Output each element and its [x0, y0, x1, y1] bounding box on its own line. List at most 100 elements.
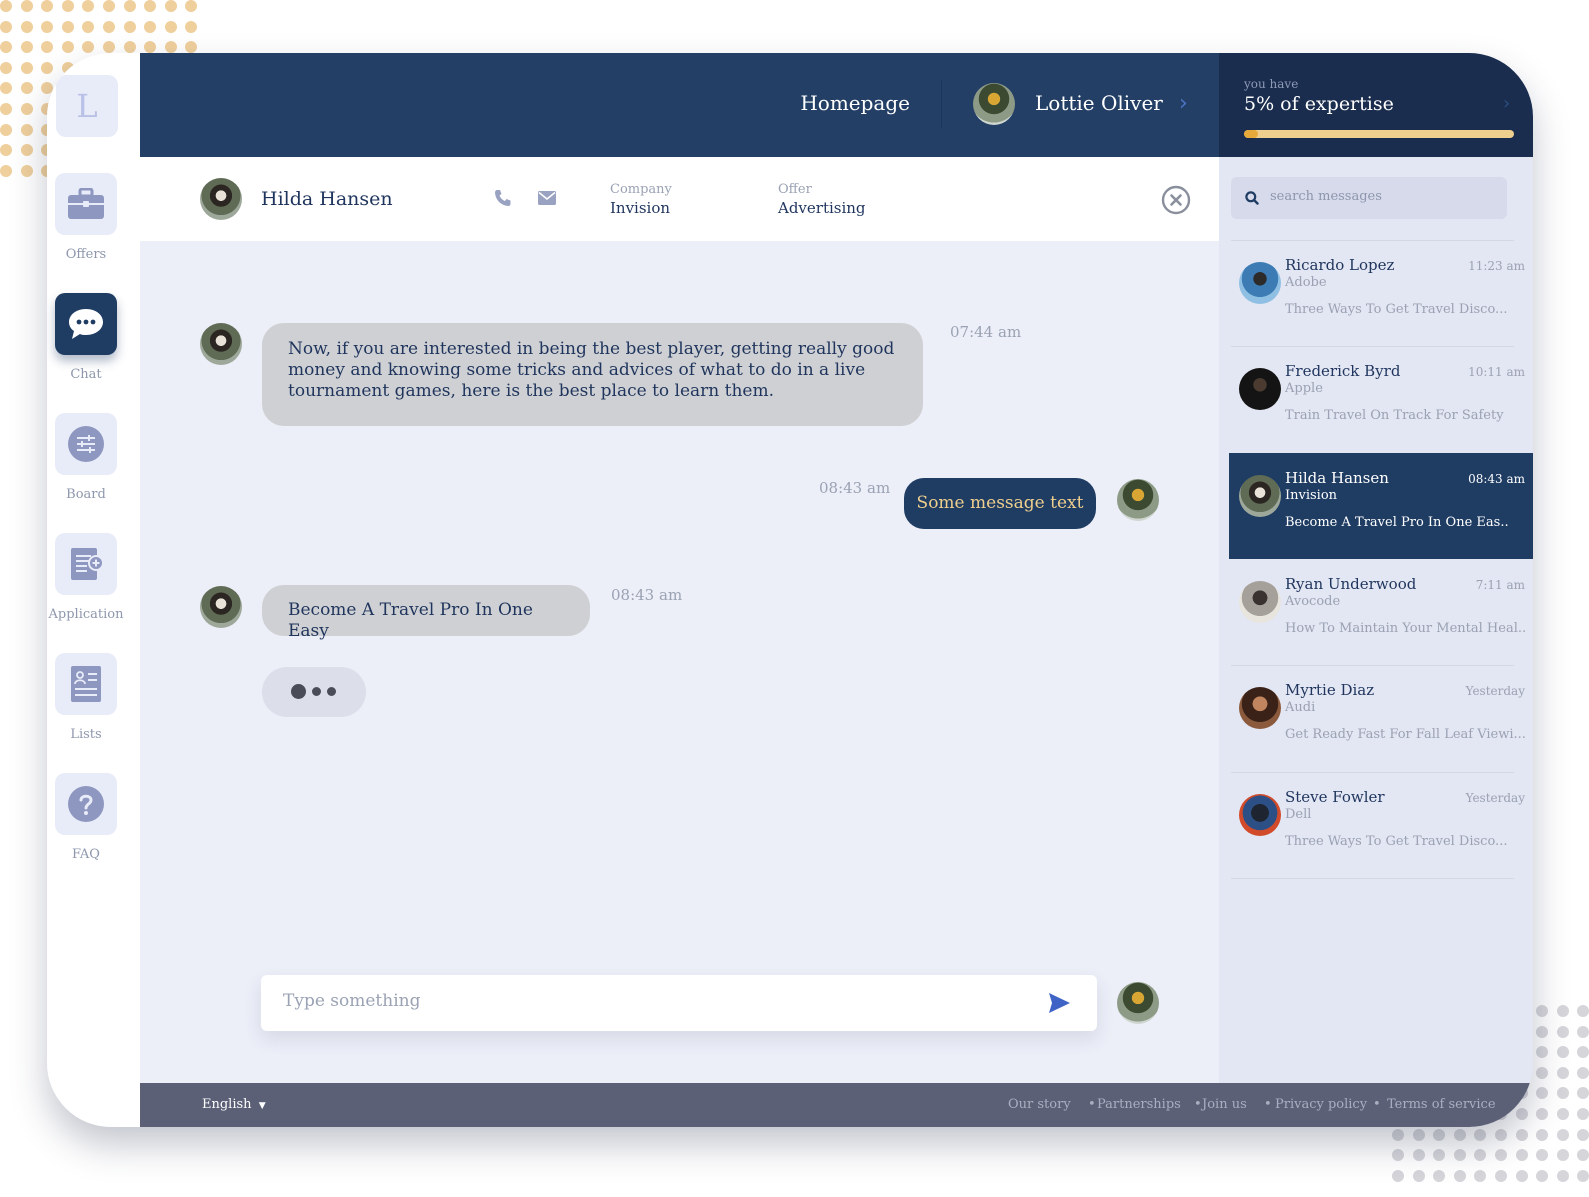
sender-avatar [200, 586, 242, 628]
messages-panel: Ricardo Lopez Adobe 11:23 am Three Ways … [1219, 157, 1533, 1083]
chevron-right-icon[interactable]: › [1179, 91, 1188, 116]
expertise-text: 5% of expertise [1244, 93, 1394, 115]
offer-value: Advertising [778, 199, 866, 217]
message-composer [261, 975, 1097, 1031]
thread-company: Audi [1285, 700, 1316, 715]
thread-time: Yesterday [1465, 791, 1525, 805]
contact-name: Hilda Hansen [261, 188, 393, 210]
sidebar-item-label: Chat [70, 367, 102, 382]
thread-company: Dell [1285, 807, 1312, 822]
caret-down-icon: ▼ [258, 1101, 266, 1111]
footer-link-join-us[interactable]: Join us [1202, 1097, 1247, 1112]
faq-button[interactable] [55, 773, 117, 835]
avatar [1239, 368, 1281, 410]
avatar [1239, 262, 1281, 304]
sliders-icon [68, 426, 104, 462]
thread-name: Hilda Hansen [1285, 469, 1389, 487]
chat-bubble-icon [69, 309, 103, 339]
thread-time: 10:11 am [1468, 365, 1525, 379]
thread-company: Avocode [1285, 594, 1341, 609]
document-add-icon [71, 548, 104, 580]
sidebar: L Offers Chat Board Application Lists FA… [47, 53, 140, 1127]
user-avatar [1117, 982, 1159, 1024]
sidebar-item-chat[interactable]: Chat [47, 293, 125, 382]
message-time: 07:44 am [950, 323, 1022, 341]
thread-item-active[interactable]: Hilda Hansen Invision 08:43 am Become A … [1229, 453, 1533, 559]
footer-link-our-story[interactable]: Our story [1008, 1097, 1071, 1112]
contact-avatar[interactable] [200, 178, 242, 220]
thread-item[interactable]: Steve Fowler Dell Yesterday Three Ways T… [1219, 772, 1533, 878]
divider [1231, 878, 1514, 879]
language-select[interactable]: English ▼ [202, 1097, 266, 1112]
footer: English ▼ Our story • Partnerships • Joi… [140, 1083, 1533, 1127]
sidebar-item-label: Board [66, 487, 106, 502]
user-name[interactable]: Lottie Oliver [1035, 91, 1163, 115]
sidebar-item-application[interactable]: Application [47, 533, 125, 622]
thread-time: Yesterday [1465, 684, 1525, 698]
user-avatar [1117, 479, 1159, 521]
mail-icon[interactable] [538, 191, 556, 205]
thread-time: 7:11 am [1475, 578, 1525, 592]
avatar [1239, 794, 1281, 836]
sidebar-item-label: Lists [70, 727, 102, 742]
thread-company: Apple [1285, 381, 1323, 396]
thread-time: 08:43 am [1468, 472, 1525, 486]
sidebar-item-lists[interactable]: Lists [47, 653, 125, 742]
message-bubble-outgoing: Some message text [904, 478, 1096, 529]
footer-link-terms-of-service[interactable]: Terms of service [1387, 1097, 1496, 1112]
thread-item[interactable]: Frederick Byrd Apple 10:11 am Train Trav… [1219, 346, 1533, 452]
company-label: Company [610, 182, 672, 197]
thread-preview: Three Ways To Get Travel Disco... [1285, 834, 1508, 849]
thread-preview: Train Travel On Track For Safety [1285, 408, 1504, 423]
send-icon[interactable] [1047, 991, 1071, 1015]
thread-name: Ryan Underwood [1285, 575, 1417, 593]
company-value: Invision [610, 199, 671, 217]
sidebar-item-faq[interactable]: FAQ [47, 773, 125, 862]
message-time: 08:43 am [819, 479, 891, 497]
chat-button[interactable] [55, 293, 117, 355]
thread-name: Steve Fowler [1285, 788, 1385, 806]
thread-company: Adobe [1285, 275, 1327, 290]
search-box [1231, 177, 1507, 219]
thread-item[interactable]: Myrtie Diaz Audi Yesterday Get Ready Fas… [1219, 665, 1533, 771]
avatar [1239, 581, 1281, 623]
board-button[interactable] [55, 413, 117, 475]
search-icon [1245, 191, 1259, 205]
bullet-icon: • [1264, 1097, 1272, 1112]
thread-name: Ricardo Lopez [1285, 256, 1395, 274]
sidebar-item-label: Offers [65, 247, 107, 262]
sidebar-item-offers[interactable]: Offers [47, 173, 125, 262]
phone-icon[interactable] [494, 189, 512, 207]
lists-button[interactable] [55, 653, 117, 715]
message-input[interactable] [283, 991, 1023, 1011]
thread-preview: Become A Travel Pro In One Eas.. [1285, 515, 1509, 530]
thread-name: Myrtie Diaz [1285, 681, 1375, 699]
thread-company: Invision [1285, 488, 1338, 503]
app-logo[interactable]: L [56, 75, 118, 137]
expertise-progress-fill [1244, 130, 1258, 138]
thread-item[interactable]: Ryan Underwood Avocode 7:11 am How To Ma… [1219, 559, 1533, 665]
thread-time: 11:23 am [1468, 259, 1525, 273]
sidebar-item-board[interactable]: Board [47, 413, 125, 502]
close-icon[interactable] [1161, 185, 1191, 215]
briefcase-icon [68, 188, 104, 219]
user-avatar[interactable] [973, 83, 1015, 125]
expertise-caption: you have [1244, 77, 1299, 91]
thread-name: Frederick Byrd [1285, 362, 1401, 380]
conversation-header: Hilda Hansen Company Invision Offer Adve… [140, 157, 1219, 241]
typing-indicator [262, 667, 366, 717]
bullet-icon: • [1088, 1097, 1096, 1112]
homepage-link[interactable]: Homepage [800, 91, 910, 115]
message-bubble-incoming: Now, if you are interested in being the … [262, 323, 923, 426]
message-time: 08:43 am [611, 586, 683, 604]
thread-item[interactable]: Ricardo Lopez Adobe 11:23 am Three Ways … [1219, 240, 1533, 346]
application-button[interactable] [55, 533, 117, 595]
chevron-right-icon[interactable]: › [1503, 93, 1510, 114]
footer-link-privacy-policy[interactable]: Privacy policy [1275, 1097, 1367, 1112]
footer-link-partnerships[interactable]: Partnerships [1097, 1097, 1181, 1112]
offers-button[interactable] [55, 173, 117, 235]
thread-preview: How To Maintain Your Mental Heal.. [1285, 621, 1527, 636]
search-input[interactable] [1270, 189, 1495, 204]
sender-avatar [200, 323, 242, 365]
header-divider [941, 80, 942, 128]
